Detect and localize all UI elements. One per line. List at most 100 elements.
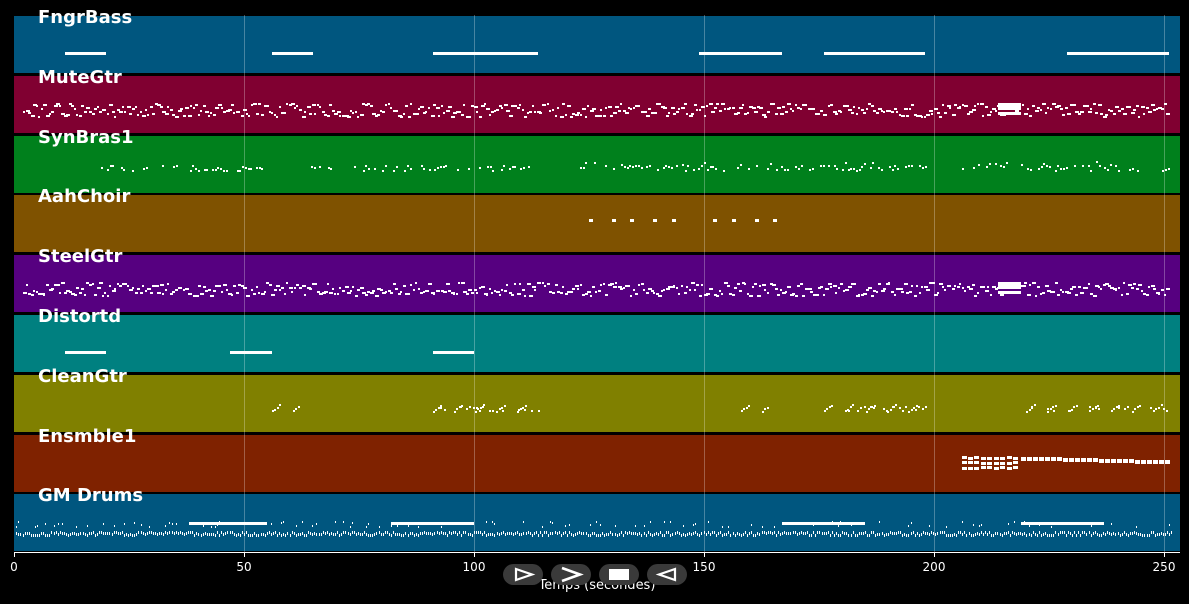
note bbox=[980, 466, 986, 469]
drum-hit bbox=[395, 533, 397, 536]
note bbox=[797, 168, 800, 170]
note bbox=[1095, 112, 1099, 114]
note bbox=[984, 106, 988, 108]
drum-hit bbox=[330, 532, 332, 535]
drum-hit bbox=[490, 533, 492, 536]
stop-button[interactable] bbox=[599, 564, 639, 585]
note bbox=[382, 111, 386, 113]
drum-hit bbox=[335, 533, 337, 536]
drum-hit bbox=[1022, 533, 1024, 536]
note bbox=[635, 293, 639, 295]
drum-hit bbox=[862, 532, 864, 535]
drum-hit bbox=[649, 521, 651, 523]
track-steelgtr[interactable] bbox=[14, 255, 1180, 312]
note bbox=[842, 169, 844, 171]
note bbox=[589, 219, 593, 222]
note bbox=[35, 105, 38, 107]
track-distortd[interactable] bbox=[14, 315, 1180, 372]
tick-label: 0 bbox=[10, 560, 18, 574]
play-button[interactable] bbox=[503, 564, 543, 585]
rewind-button[interactable] bbox=[647, 564, 687, 585]
drum-hit bbox=[786, 532, 788, 535]
track-synbras1[interactable] bbox=[14, 136, 1180, 193]
drum-hit bbox=[84, 533, 86, 536]
drum-hit bbox=[759, 533, 761, 536]
note bbox=[373, 168, 376, 170]
note bbox=[433, 293, 436, 295]
note bbox=[835, 113, 839, 115]
note bbox=[767, 292, 770, 294]
note bbox=[438, 115, 441, 117]
note bbox=[1158, 293, 1161, 295]
drum-hit bbox=[778, 531, 780, 534]
note bbox=[906, 115, 910, 117]
note bbox=[172, 291, 176, 293]
note bbox=[1135, 460, 1141, 464]
note bbox=[551, 109, 554, 111]
note bbox=[908, 291, 912, 293]
note bbox=[185, 288, 190, 290]
note bbox=[840, 111, 843, 113]
forward-button[interactable] bbox=[551, 564, 591, 585]
note bbox=[632, 289, 635, 291]
track-ensmble1[interactable] bbox=[14, 435, 1180, 492]
drum-hit bbox=[386, 531, 388, 534]
note bbox=[1021, 164, 1024, 166]
note bbox=[645, 292, 649, 294]
drum-hit bbox=[237, 533, 239, 536]
drum-hit bbox=[1051, 526, 1053, 528]
note bbox=[253, 103, 258, 105]
note bbox=[520, 168, 522, 170]
note bbox=[863, 293, 868, 295]
drum-hit bbox=[945, 526, 947, 528]
note bbox=[1057, 294, 1061, 296]
track-mutegtr[interactable] bbox=[14, 76, 1180, 133]
drum-hit bbox=[945, 534, 947, 537]
note bbox=[258, 103, 262, 105]
drum-hit bbox=[130, 533, 132, 536]
note bbox=[711, 111, 716, 113]
note bbox=[926, 289, 931, 291]
drum-hit bbox=[883, 534, 885, 537]
track-fngrbass[interactable] bbox=[14, 16, 1180, 73]
note bbox=[369, 105, 373, 107]
note bbox=[296, 105, 299, 107]
drum-hit bbox=[477, 531, 479, 534]
track-gm-drums[interactable] bbox=[14, 494, 1180, 551]
drum-hit bbox=[80, 532, 82, 535]
drum-hit bbox=[842, 531, 844, 534]
note bbox=[255, 113, 259, 115]
note bbox=[1067, 292, 1072, 294]
note bbox=[450, 116, 455, 118]
note bbox=[78, 292, 82, 294]
drum-hit bbox=[523, 532, 525, 535]
drum-hit bbox=[906, 534, 908, 537]
note bbox=[1006, 462, 1012, 465]
note bbox=[486, 166, 489, 168]
drum-hit bbox=[1107, 531, 1109, 534]
note bbox=[395, 110, 399, 112]
drum-hit bbox=[250, 534, 252, 537]
note bbox=[982, 115, 985, 117]
note bbox=[288, 287, 293, 289]
drum-hit bbox=[1047, 534, 1049, 537]
note bbox=[684, 170, 687, 172]
track-aahchoir[interactable] bbox=[14, 195, 1180, 252]
drum-hit bbox=[637, 533, 639, 536]
drum-hit bbox=[1136, 532, 1138, 535]
note bbox=[468, 289, 473, 291]
note bbox=[916, 285, 919, 287]
note bbox=[923, 286, 928, 288]
drum-hit bbox=[966, 534, 968, 537]
drum-hit bbox=[533, 532, 535, 535]
note bbox=[197, 285, 201, 287]
track-cleangtr[interactable] bbox=[14, 375, 1180, 432]
note bbox=[271, 294, 276, 296]
drum-hit bbox=[132, 534, 134, 537]
drum-hit bbox=[508, 532, 510, 535]
drum-hit bbox=[390, 525, 392, 527]
drum-hit bbox=[585, 532, 587, 535]
note bbox=[195, 104, 199, 106]
drum-hit bbox=[873, 531, 875, 534]
note bbox=[1098, 165, 1101, 167]
